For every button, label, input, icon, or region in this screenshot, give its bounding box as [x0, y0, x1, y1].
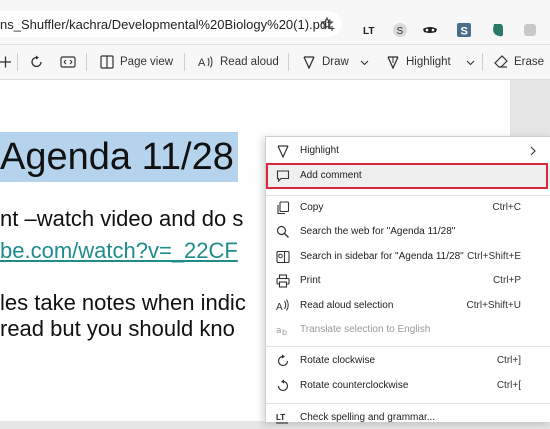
address-bar[interactable]: ns_Shuffler/kachra/Developmental%20Biolo…	[0, 11, 342, 37]
url-text[interactable]: ns_Shuffler/kachra/Developmental%20Biolo…	[0, 17, 331, 32]
menu-separator	[266, 346, 550, 347]
menu-item-shortcut: Ctrl+P	[492, 275, 521, 286]
highlighter-icon	[387, 56, 399, 69]
menu-separator	[266, 403, 550, 404]
menu-item-label: Search in sidebar for "Agenda 11/28"	[300, 251, 464, 262]
document-text-line[interactable]: read but you should kno	[0, 316, 235, 342]
focus-outline	[266, 163, 548, 189]
menu-item-label: Print	[300, 275, 321, 286]
copy-icon	[277, 201, 290, 215]
fit-page-button[interactable]	[60, 53, 82, 71]
menu-item-print[interactable]: Print Ctrl+P	[266, 270, 550, 292]
document-text-line[interactable]: nt –watch video and do s	[0, 206, 243, 232]
menu-item-label: Check spelling and grammar...	[300, 412, 436, 423]
menu-item-shortcut: Ctrl+C	[492, 202, 521, 213]
menu-separator	[266, 195, 550, 196]
menu-item-shortcut: Ctrl+[	[496, 380, 521, 391]
svg-text:a: a	[276, 326, 282, 336]
menu-item-shortcut: Ctrl+Shift+U	[466, 300, 521, 311]
mask-extension-icon[interactable]	[422, 22, 438, 38]
svg-text:S: S	[397, 26, 404, 37]
menu-item-shortcut: Ctrl+Shift+E	[467, 251, 521, 262]
highlighter-icon	[277, 145, 289, 158]
page-view-icon	[100, 55, 114, 69]
svg-text:LT: LT	[363, 26, 374, 37]
draw-options-dropdown[interactable]	[360, 53, 375, 71]
svg-text:b: b	[282, 328, 287, 337]
toolbar-divider	[184, 53, 185, 71]
spellcheck-icon: LT	[276, 413, 288, 424]
menu-item-label: Rotate counterclockwise	[300, 380, 409, 391]
highlight-label: Highlight	[406, 56, 451, 68]
svg-text:A: A	[198, 57, 206, 69]
document-link[interactable]: be.com/watch?v=_22CF	[0, 238, 238, 264]
menu-item-check-spelling[interactable]: LT Check spelling and grammar...	[266, 407, 550, 429]
svg-text:A: A	[276, 302, 283, 313]
plus-icon	[0, 56, 11, 68]
translate-icon: a b	[276, 326, 287, 337]
eraser-icon	[494, 55, 508, 68]
menu-item-highlight[interactable]: Highlight	[266, 140, 550, 162]
menu-item-copy[interactable]: Copy Ctrl+C	[266, 197, 550, 219]
extension-icon[interactable]	[522, 22, 538, 38]
read-aloud-icon: A	[276, 299, 289, 313]
context-menu: Highlight Add comment Copy Ctrl+C Search…	[265, 136, 550, 424]
menu-item-label: Copy	[300, 202, 324, 213]
menu-item-label: Translate selection to English	[300, 324, 431, 335]
chevron-down-icon	[360, 60, 369, 65]
menu-item-read-aloud-selection[interactable]: A Read aloud selection Ctrl+Shift+U	[266, 295, 550, 317]
menu-item-label: Highlight	[300, 145, 339, 156]
svg-text:S: S	[461, 26, 468, 38]
read-aloud-icon: A	[198, 56, 213, 69]
menu-item-search-web[interactable]: Search the web for "Agenda 11/28"	[266, 221, 550, 243]
draw-button[interactable]: Draw	[302, 53, 349, 71]
s-extension-icon[interactable]: S	[392, 22, 408, 38]
evernote-extension-icon[interactable]	[490, 22, 506, 38]
menu-item-shortcut: Ctrl+]	[496, 355, 521, 366]
toolbar-divider	[17, 53, 18, 71]
menu-item-translate-selection: a b Translate selection to English	[266, 319, 550, 341]
draw-label: Draw	[322, 56, 349, 68]
highlight-options-dropdown[interactable]	[466, 53, 481, 71]
rotate-clockwise-icon	[277, 354, 289, 367]
menu-item-rotate-clockwise[interactable]: Rotate clockwise Ctrl+]	[266, 350, 550, 372]
menu-item-search-sidebar[interactable]: Search in sidebar for "Agenda 11/28" Ctr…	[266, 246, 550, 268]
favorite-star-icon[interactable]	[320, 16, 336, 32]
languagetool-extension-icon[interactable]: LT	[362, 22, 378, 38]
selected-heading-text[interactable]: Agenda 11/28	[0, 132, 238, 182]
menu-item-label: Rotate clockwise	[300, 355, 376, 366]
document-text-line[interactable]: les take notes when indic	[0, 290, 246, 316]
search-icon	[276, 225, 289, 238]
chevron-down-icon	[466, 60, 475, 65]
toolbar-divider	[86, 53, 87, 71]
highlight-button[interactable]: Highlight	[386, 53, 451, 71]
page-view-label: Page view	[120, 56, 174, 68]
fit-page-icon	[60, 56, 76, 68]
rotate-button[interactable]	[30, 53, 50, 71]
menu-item-label: Search the web for "Agenda 11/28"	[300, 226, 456, 237]
erase-button[interactable]: Erase	[494, 53, 544, 71]
page-view-button[interactable]: Page view	[100, 53, 173, 71]
draw-pen-icon	[303, 56, 315, 69]
pdf-toolbar: Page view A Read aloud Draw Highlight Er…	[0, 45, 550, 80]
toolbar-divider	[288, 53, 289, 71]
erase-label: Erase	[514, 56, 545, 68]
address-bar-row: ns_Shuffler/kachra/Developmental%20Biolo…	[0, 0, 550, 45]
printer-icon	[276, 274, 290, 288]
read-aloud-button[interactable]: A Read aloud	[198, 53, 279, 71]
menu-item-label: Read aloud selection	[300, 300, 394, 311]
sidebar-search-icon	[276, 250, 290, 264]
read-aloud-label: Read aloud	[220, 56, 279, 68]
rotate-counterclockwise-icon	[277, 379, 289, 392]
rotate-icon	[31, 55, 42, 68]
chevron-right-icon	[530, 146, 536, 156]
s-square-extension-icon[interactable]: S	[456, 22, 472, 38]
toolbar-divider	[482, 53, 483, 71]
menu-item-rotate-counterclockwise[interactable]: Rotate counterclockwise Ctrl+[	[266, 375, 550, 397]
